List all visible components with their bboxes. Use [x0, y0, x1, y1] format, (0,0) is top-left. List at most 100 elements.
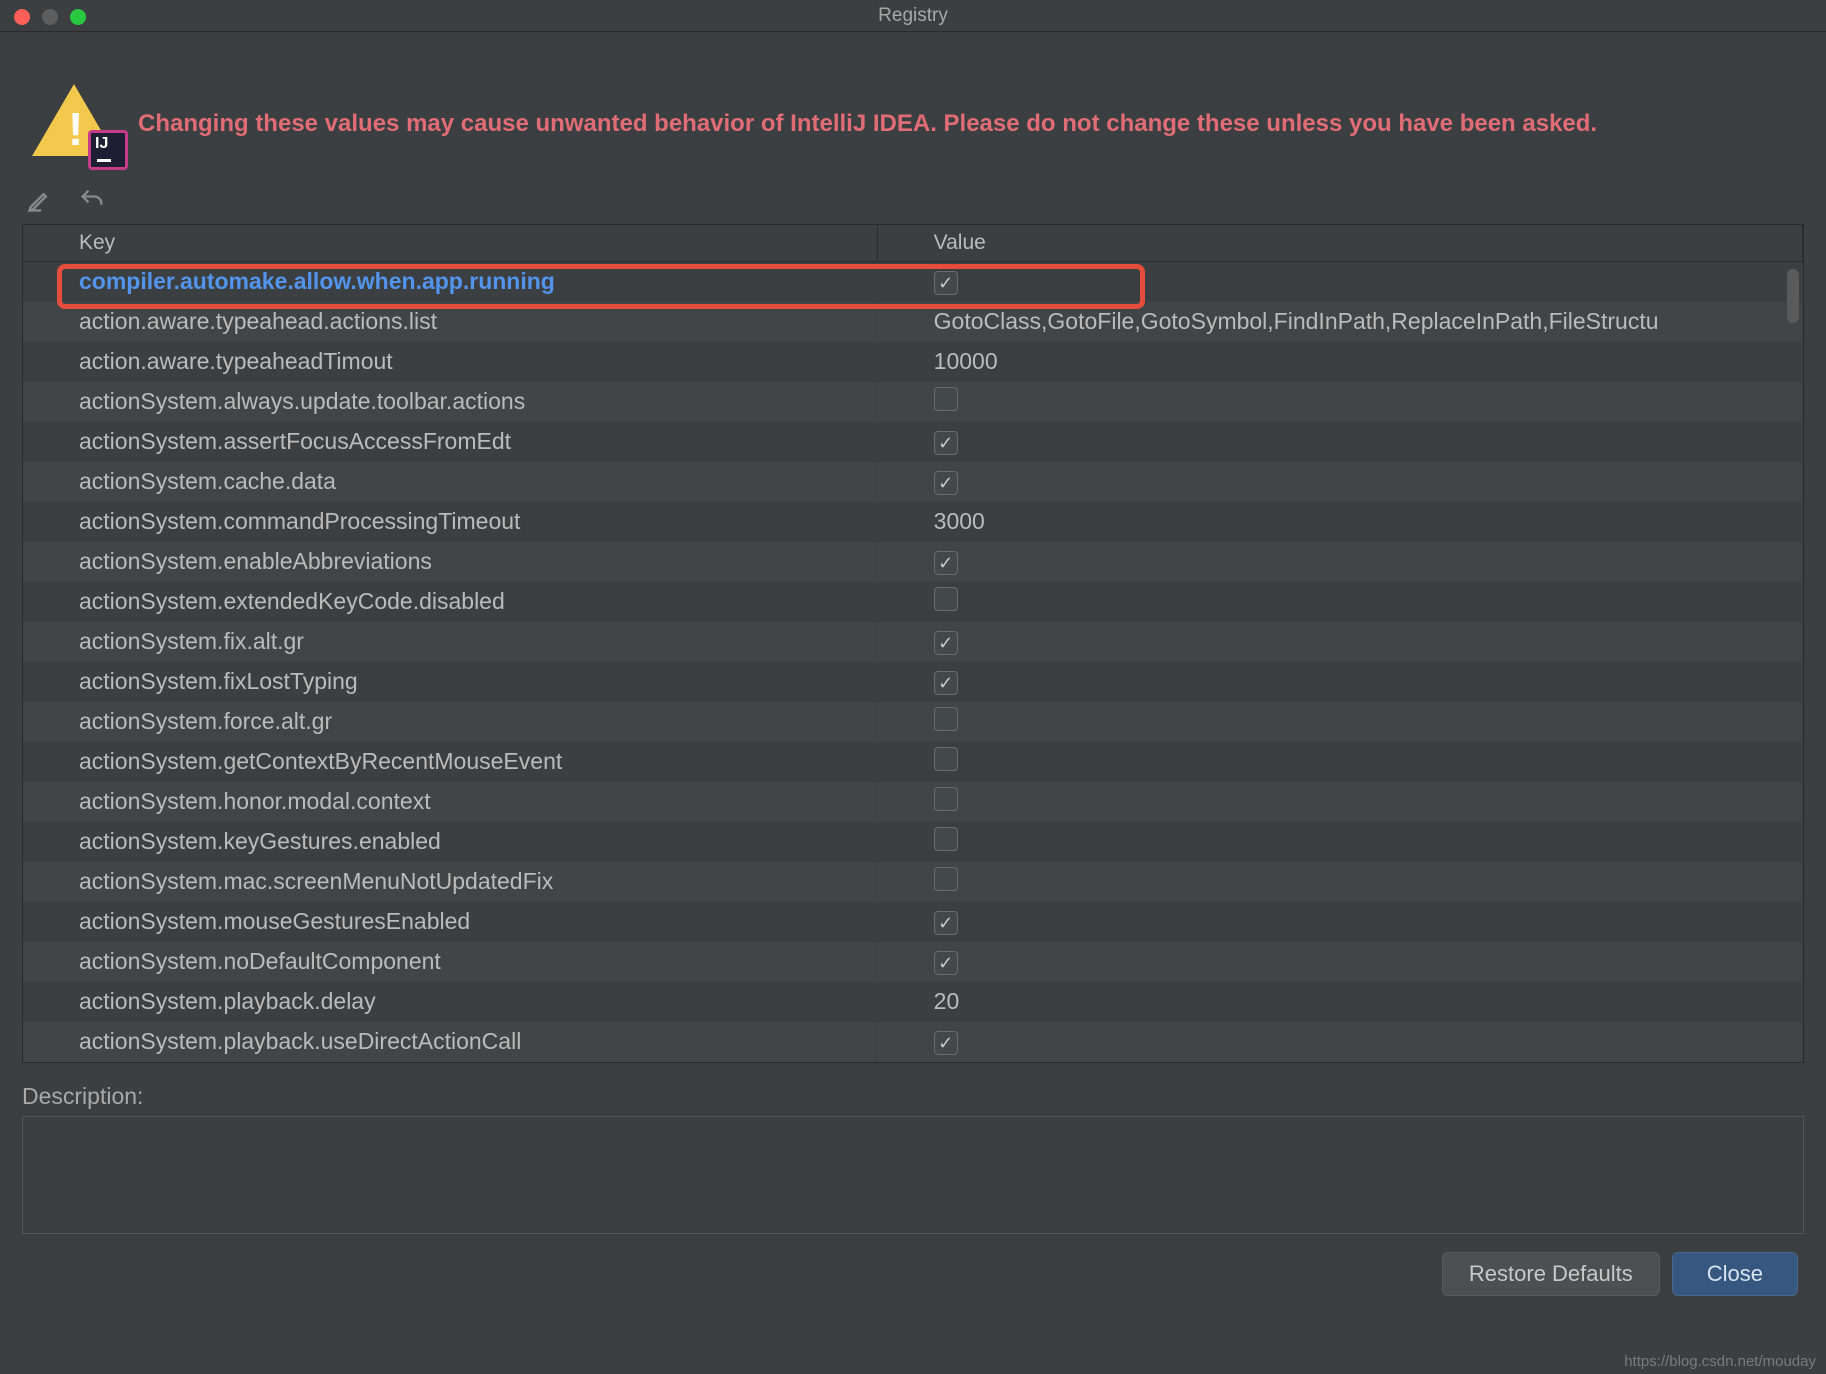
cell-key: compiler.automake.allow.when.app.running	[23, 262, 877, 302]
table-row[interactable]: actionSystem.cache.data	[23, 462, 1803, 502]
cell-key: actionSystem.mouseGesturesEnabled	[23, 902, 877, 942]
close-window-icon[interactable]	[14, 9, 30, 25]
cell-key: actionSystem.always.update.toolbar.actio…	[23, 382, 877, 422]
cell-key: actionSystem.honor.modal.context	[23, 782, 877, 822]
cell-value[interactable]: 10000	[877, 342, 1802, 382]
checkbox[interactable]	[934, 587, 958, 611]
cell-value[interactable]: GotoClass,GotoFile,GotoSymbol,FindInPath…	[877, 302, 1802, 342]
restore-defaults-button[interactable]: Restore Defaults	[1442, 1252, 1660, 1296]
window-controls	[14, 9, 86, 25]
close-button[interactable]: Close	[1672, 1252, 1798, 1296]
cell-value[interactable]: 20	[877, 982, 1802, 1022]
checkbox[interactable]	[934, 671, 958, 695]
maximize-window-icon[interactable]	[70, 9, 86, 25]
cell-key: actionSystem.keyGestures.enabled	[23, 822, 877, 862]
cell-value[interactable]: 3000	[877, 502, 1802, 542]
cell-key: actionSystem.cache.data	[23, 462, 877, 502]
checkbox[interactable]	[934, 827, 958, 851]
checkbox[interactable]	[934, 631, 958, 655]
cell-value[interactable]	[877, 422, 1802, 462]
warning-text: Changing these values may cause unwanted…	[138, 108, 1597, 139]
window-title: Registry	[0, 5, 1826, 27]
checkbox[interactable]	[934, 1031, 958, 1055]
cell-key: action.aware.typeahead.actions.list	[23, 302, 877, 342]
registry-table: Key Value compiler.automake.allow.when.a…	[23, 225, 1803, 1062]
cell-key: actionSystem.playback.delay	[23, 982, 877, 1022]
cell-key: actionSystem.mac.screenMenuNotUpdatedFix	[23, 862, 877, 902]
cell-key: actionSystem.fix.alt.gr	[23, 622, 877, 662]
table-row[interactable]: actionSystem.always.update.toolbar.actio…	[23, 382, 1803, 422]
cell-key: actionSystem.enableAbbreviations	[23, 542, 877, 582]
cell-key: actionSystem.commandProcessingTimeout	[23, 502, 877, 542]
col-key[interactable]: Key	[23, 225, 877, 262]
intellij-badge-icon: IJ	[88, 130, 128, 170]
col-value[interactable]: Value	[877, 225, 1802, 262]
cell-key: actionSystem.force.alt.gr	[23, 702, 877, 742]
registry-table-wrap: Key Value compiler.automake.allow.when.a…	[22, 224, 1804, 1063]
checkbox[interactable]	[934, 867, 958, 891]
checkbox[interactable]	[934, 951, 958, 975]
table-row[interactable]: actionSystem.mac.screenMenuNotUpdatedFix	[23, 862, 1803, 902]
titlebar: Registry	[0, 0, 1826, 32]
warning-banner: ! IJ Changing these values may cause unw…	[32, 84, 1808, 164]
checkbox[interactable]	[934, 431, 958, 455]
cell-value[interactable]	[877, 822, 1802, 862]
table-scrollbar[interactable]	[1787, 269, 1799, 323]
table-row[interactable]: action.aware.typeahead.actions.listGotoC…	[23, 302, 1803, 342]
cell-value[interactable]	[877, 262, 1802, 302]
cell-key: action.aware.typeaheadTimout	[23, 342, 877, 382]
cell-key: actionSystem.extendedKeyCode.disabled	[23, 582, 877, 622]
table-row[interactable]: actionSystem.fixLostTyping	[23, 662, 1803, 702]
cell-value[interactable]	[877, 542, 1802, 582]
checkbox[interactable]	[934, 551, 958, 575]
cell-key: actionSystem.noDefaultComponent	[23, 942, 877, 982]
cell-value[interactable]	[877, 662, 1802, 702]
cell-key: actionSystem.playback.useDirectActionCal…	[23, 1022, 877, 1062]
cell-value[interactable]	[877, 622, 1802, 662]
cell-value[interactable]	[877, 382, 1802, 422]
edit-icon[interactable]	[26, 186, 54, 214]
table-row[interactable]: actionSystem.mouseGesturesEnabled	[23, 902, 1803, 942]
table-row[interactable]: actionSystem.enableAbbreviations	[23, 542, 1803, 582]
cell-key: actionSystem.getContextByRecentMouseEven…	[23, 742, 877, 782]
checkbox[interactable]	[934, 787, 958, 811]
watermark: https://blog.csdn.net/mouday	[1624, 1353, 1816, 1370]
cell-value[interactable]	[877, 942, 1802, 982]
cell-value[interactable]	[877, 782, 1802, 822]
checkbox[interactable]	[934, 471, 958, 495]
dialog-footer: Restore Defaults Close	[18, 1234, 1808, 1300]
checkbox[interactable]	[934, 747, 958, 771]
cell-value[interactable]	[877, 862, 1802, 902]
table-row[interactable]: actionSystem.playback.useDirectActionCal…	[23, 1022, 1803, 1062]
table-row[interactable]: actionSystem.fix.alt.gr	[23, 622, 1803, 662]
cell-value[interactable]	[877, 902, 1802, 942]
table-row[interactable]: actionSystem.honor.modal.context	[23, 782, 1803, 822]
checkbox[interactable]	[934, 387, 958, 411]
table-row[interactable]: actionSystem.assertFocusAccessFromEdt	[23, 422, 1803, 462]
cell-key: actionSystem.assertFocusAccessFromEdt	[23, 422, 877, 462]
checkbox[interactable]	[934, 911, 958, 935]
checkbox[interactable]	[934, 271, 958, 295]
table-row[interactable]: actionSystem.commandProcessingTimeout300…	[23, 502, 1803, 542]
table-row[interactable]: actionSystem.extendedKeyCode.disabled	[23, 582, 1803, 622]
table-toolbar	[26, 186, 1808, 214]
description-section: Description:	[22, 1083, 1808, 1234]
cell-value[interactable]	[877, 702, 1802, 742]
table-row[interactable]: actionSystem.keyGestures.enabled	[23, 822, 1803, 862]
checkbox[interactable]	[934, 707, 958, 731]
table-row[interactable]: compiler.automake.allow.when.app.running	[23, 262, 1803, 302]
description-box[interactable]	[22, 1116, 1804, 1234]
minimize-window-icon[interactable]	[42, 9, 58, 25]
cell-value[interactable]	[877, 1022, 1802, 1062]
warning-icon: ! IJ	[32, 84, 122, 164]
table-row[interactable]: actionSystem.playback.delay20	[23, 982, 1803, 1022]
table-row[interactable]: actionSystem.noDefaultComponent	[23, 942, 1803, 982]
revert-icon[interactable]	[78, 186, 106, 214]
cell-value[interactable]	[877, 582, 1802, 622]
table-row[interactable]: actionSystem.getContextByRecentMouseEven…	[23, 742, 1803, 782]
cell-key: actionSystem.fixLostTyping	[23, 662, 877, 702]
cell-value[interactable]	[877, 462, 1802, 502]
table-row[interactable]: actionSystem.force.alt.gr	[23, 702, 1803, 742]
table-row[interactable]: action.aware.typeaheadTimout10000	[23, 342, 1803, 382]
cell-value[interactable]	[877, 742, 1802, 782]
